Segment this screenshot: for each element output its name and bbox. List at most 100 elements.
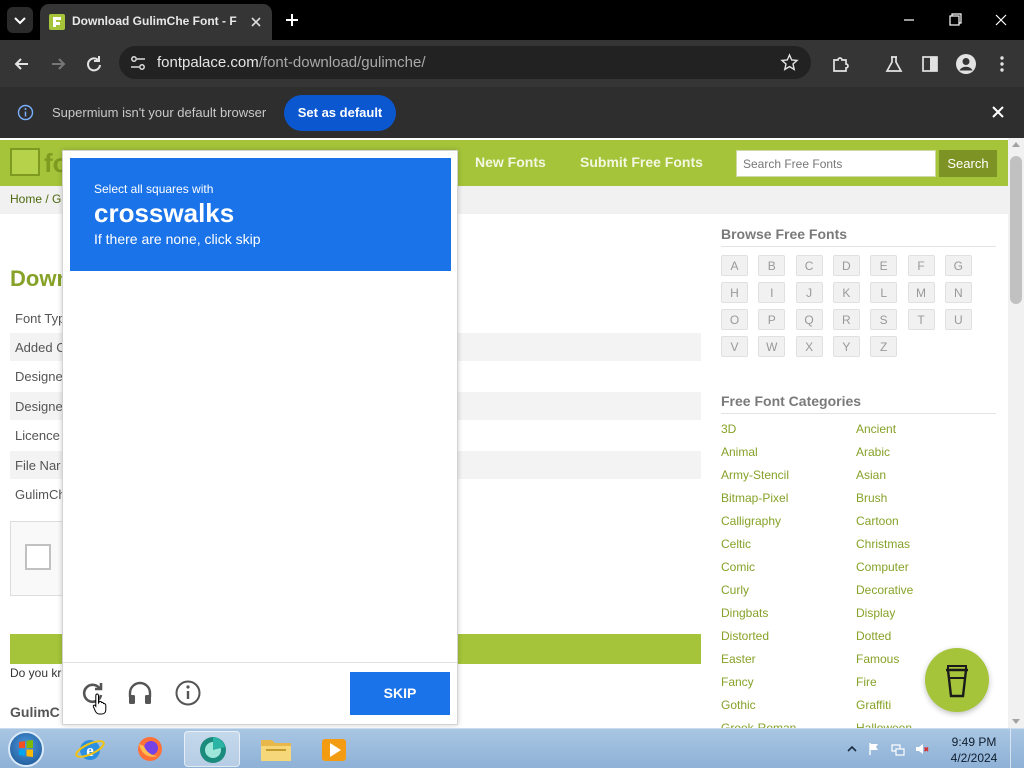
search-button[interactable]: Search [939,150,997,177]
site-info-icon[interactable] [129,54,147,72]
scroll-up-arrow-icon[interactable] [1012,142,1020,147]
letter-link-r[interactable]: R [832,309,860,330]
category-link-christmas[interactable]: Christmas [856,537,910,551]
scroll-down-arrow-icon[interactable] [1012,719,1020,724]
letter-link-h[interactable]: H [721,282,748,303]
scroll-thumb[interactable] [1010,156,1022,304]
letter-link-v[interactable]: V [721,336,748,357]
letter-link-i[interactable]: I [758,282,786,303]
taskbar-firefox[interactable] [122,731,178,767]
infobar-close-icon[interactable] [990,104,1006,120]
letter-link-n[interactable]: N [944,282,972,303]
extensions-button[interactable] [828,51,854,77]
taskbar-supermium[interactable] [184,731,240,767]
letter-link-q[interactable]: Q [795,309,823,330]
browser-menu-button[interactable] [989,51,1015,77]
tray-expand-icon[interactable] [845,742,859,756]
letter-link-u[interactable]: U [944,309,972,330]
letter-link-e[interactable]: E [870,255,898,276]
letter-link-f[interactable]: F [907,255,935,276]
category-link-bitmap-pixel[interactable]: Bitmap-Pixel [721,491,788,505]
letter-link-m[interactable]: M [907,282,935,303]
category-link-fire[interactable]: Fire [856,675,877,689]
clock-date[interactable]: 4/2/2024 [946,751,1002,765]
category-link-distorted[interactable]: Distorted [721,629,769,643]
category-link-fancy[interactable]: Fancy [721,675,754,689]
search-input[interactable]: Search Free Fonts [736,150,936,177]
page-scrollbar[interactable] [1008,138,1024,728]
category-link-army-stencil[interactable]: Army-Stencil [721,468,789,482]
letter-link-z[interactable]: Z [870,336,898,357]
profile-button[interactable] [953,51,979,77]
category-link-computer[interactable]: Computer [856,560,909,574]
start-button[interactable] [8,731,44,767]
category-link-cartoon[interactable]: Cartoon [856,514,899,528]
category-link-ancient[interactable]: Ancient [856,422,896,436]
nav-new-fonts[interactable]: New Fonts [475,154,546,170]
category-link-dotted[interactable]: Dotted [856,629,891,643]
letter-link-l[interactable]: L [870,282,898,303]
address-bar[interactable]: fontpalace.com/font-download/gulimche/ [119,46,811,79]
category-link-brush[interactable]: Brush [856,491,887,505]
labs-button[interactable] [881,51,907,77]
tab-close-icon[interactable] [246,12,266,32]
category-link-celtic[interactable]: Celtic [721,537,751,551]
letter-link-s[interactable]: S [870,309,898,330]
letter-link-b[interactable]: B [758,255,786,276]
forward-button[interactable] [45,51,71,77]
letter-link-a[interactable]: A [721,255,748,276]
reload-button[interactable] [81,51,107,77]
letter-link-d[interactable]: D [832,255,860,276]
category-link-famous[interactable]: Famous [856,652,899,666]
category-link-easter[interactable]: Easter [721,652,756,666]
taskbar-internet-explorer[interactable]: e [62,731,118,767]
tab-search-button[interactable] [7,7,33,33]
letter-link-t[interactable]: T [907,309,935,330]
restore-button[interactable] [932,0,978,40]
category-link-comic[interactable]: Comic [721,560,755,574]
taskbar-file-explorer[interactable] [248,731,304,767]
skip-button[interactable]: SKIP [350,672,450,715]
show-desktop-button[interactable] [1010,729,1024,768]
letter-link-k[interactable]: K [832,282,860,303]
browser-tab[interactable]: Download GulimChe Font - Free Font Downl… [40,4,272,40]
category-link-display[interactable]: Display [856,606,895,620]
nav-submit-free-fonts[interactable]: Submit Free Fonts [580,154,703,170]
category-link-3d[interactable]: 3D [721,422,736,436]
category-link-dingbats[interactable]: Dingbats [721,606,768,620]
recaptcha-checkbox[interactable] [25,544,51,570]
letter-link-y[interactable]: Y [832,336,860,357]
letter-link-j[interactable]: J [795,282,823,303]
category-link-calligraphy[interactable]: Calligraphy [721,514,781,528]
taskbar-media-player[interactable] [306,731,362,767]
action-center-flag-icon[interactable] [867,742,881,756]
network-icon[interactable] [891,742,905,756]
category-link-arabic[interactable]: Arabic [856,445,890,459]
bookmark-star-icon[interactable] [780,53,799,72]
category-link-gothic[interactable]: Gothic [721,698,756,712]
buy-me-a-coffee-button[interactable] [925,648,989,712]
minimize-button[interactable] [886,0,932,40]
new-tab-button[interactable] [281,9,303,31]
letter-link-c[interactable]: C [795,255,823,276]
category-link-graffiti[interactable]: Graffiti [856,698,891,712]
breadcrumb[interactable]: Home / G [10,192,61,206]
back-button[interactable] [9,51,35,77]
close-window-button[interactable] [978,0,1024,40]
category-link-asian[interactable]: Asian [856,468,886,482]
letter-link-w[interactable]: W [758,336,786,357]
category-link-halloween[interactable]: Halloween [856,721,912,728]
category-link-animal[interactable]: Animal [721,445,758,459]
audio-challenge-button[interactable] [126,679,154,707]
letter-link-g[interactable]: G [944,255,972,276]
fontpalace-logo-icon[interactable] [10,148,40,176]
set-default-button[interactable]: Set as default [284,95,396,131]
clock-time[interactable]: 9:49 PM [946,735,1002,749]
category-link-greek-roman[interactable]: Greek-Roman [721,721,796,728]
side-panel-button[interactable] [917,51,943,77]
letter-link-o[interactable]: O [721,309,748,330]
category-link-curly[interactable]: Curly [721,583,749,597]
volume-muted-icon[interactable] [915,742,929,756]
letter-link-p[interactable]: P [758,309,786,330]
letter-link-x[interactable]: X [795,336,823,357]
